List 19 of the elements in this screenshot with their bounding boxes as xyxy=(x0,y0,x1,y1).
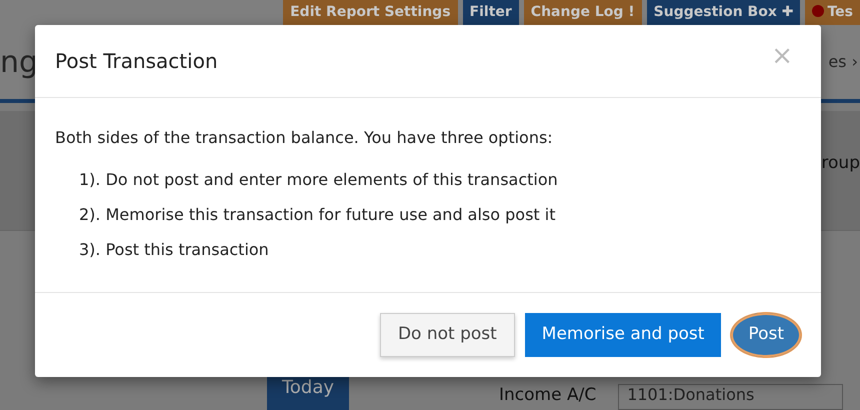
breadcrumb-link[interactable]: es › xyxy=(828,50,860,74)
record-dot-icon xyxy=(812,5,824,17)
toolbar-button[interactable]: Change Log ! xyxy=(524,0,642,25)
dialog-message: Both sides of the transaction balance. You have three options: xyxy=(55,127,554,149)
do-not-post-button[interactable]: Do not post xyxy=(380,313,515,357)
option-text: 3). Post this transaction xyxy=(78,239,270,261)
group-label: roup xyxy=(821,152,860,175)
income-label: Income A/C xyxy=(499,384,596,406)
toolbar-button[interactable]: Filter xyxy=(462,0,519,25)
toolbar-button[interactable]: Suggestion Box ✚ xyxy=(646,0,800,25)
toolbar-button[interactable]: Tes xyxy=(805,0,860,25)
income-account-field[interactable]: 1101:Donations xyxy=(618,384,844,410)
dialog-title: Post Transaction xyxy=(55,49,218,73)
toolbar-button[interactable]: Edit Report Settings xyxy=(283,0,458,25)
post-button[interactable]: Post xyxy=(731,313,801,357)
page-heading: ng xyxy=(0,44,34,82)
memorise-and-post-button[interactable]: Memorise and post xyxy=(524,313,722,357)
option-text: 2). Memorise this transaction for future use and also post it xyxy=(78,204,556,226)
option-text: 1). Do not post and enter more elements of this transaction xyxy=(78,169,559,191)
